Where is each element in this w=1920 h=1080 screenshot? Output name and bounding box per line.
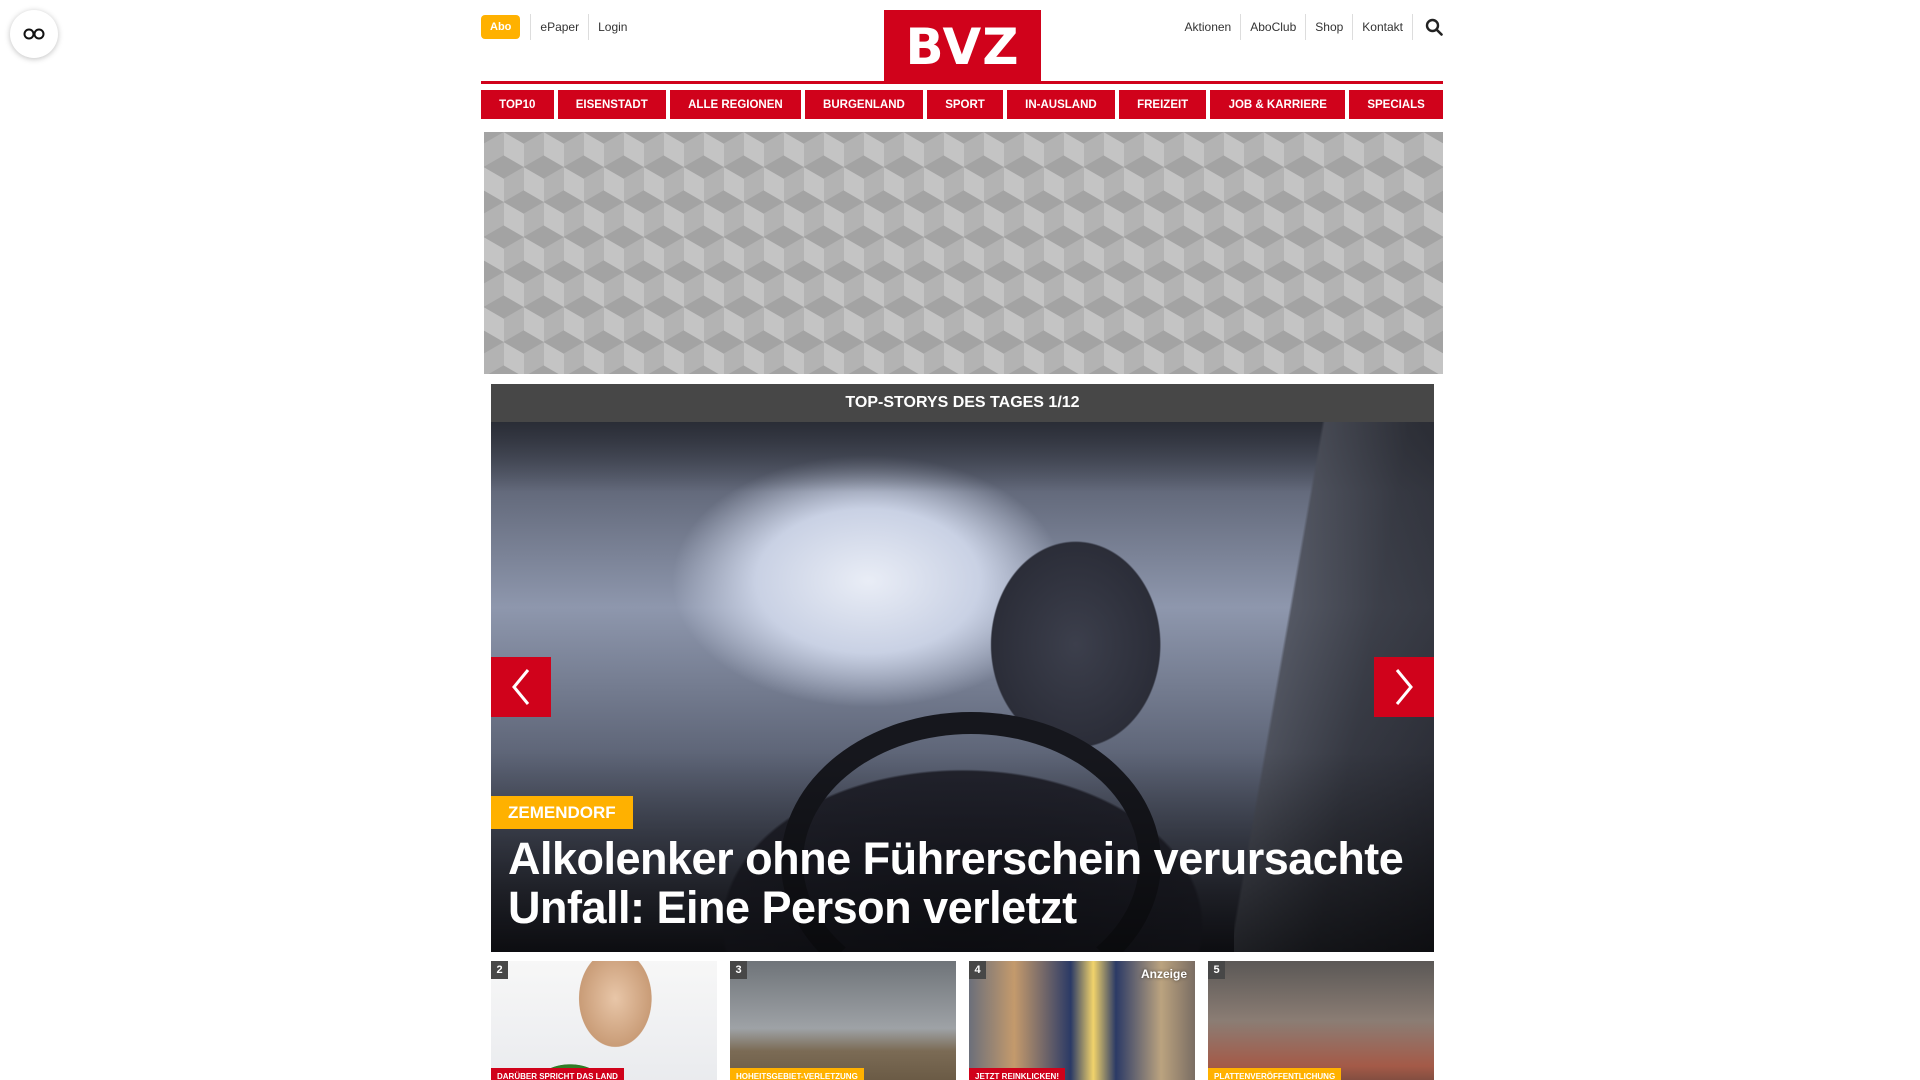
login-link[interactable]: Login: [588, 14, 636, 40]
thumbnail-number: 4: [969, 961, 986, 979]
abo-button[interactable]: Abo: [481, 15, 521, 39]
top-header: Abo ePaper Login BVZ Aktionen AboClub Sh…: [481, 0, 1443, 84]
nav-item-in-ausland[interactable]: IN-AUSLAND: [1007, 90, 1115, 119]
thumbnail-number: 3: [730, 961, 747, 979]
nav-item-eisenstadt[interactable]: EISENSTADT: [557, 90, 666, 119]
top-stories-header: TOP-STORYS DES TAGES 1/12: [491, 384, 1434, 422]
thumbnail-label: DARÜBER SPRICHT DAS LAND: [491, 1068, 624, 1080]
header-left-links: Abo ePaper Login: [481, 14, 636, 40]
ad-placeholder: [484, 132, 1443, 374]
aktionen-link[interactable]: Aktionen: [1176, 14, 1242, 40]
accessibility-button[interactable]: [10, 10, 58, 58]
nav-item-freizeit[interactable]: FREIZEIT: [1118, 90, 1207, 119]
glasses-icon: [23, 28, 45, 40]
slider-next-button[interactable]: [1374, 657, 1434, 717]
thumbnail-label: HOHEITSGEBIET-VERLETZUNG: [730, 1068, 864, 1080]
hero-story[interactable]: ZEMENDORF Alkolenker ohne Führerschein v…: [491, 422, 1434, 952]
epaper-link[interactable]: ePaper: [530, 14, 588, 40]
main-nav: TOP10 EISENSTADT ALLE REGIONEN BURGENLAN…: [481, 90, 1444, 119]
slider-prev-button[interactable]: [491, 657, 551, 717]
nav-item-burgenland[interactable]: BURGENLAND: [804, 90, 924, 119]
nav-item-top10[interactable]: TOP10: [481, 90, 554, 119]
chevron-right-icon: [1395, 669, 1413, 705]
page-wrapper: Abo ePaper Login BVZ Aktionen AboClub Sh…: [481, 0, 1444, 1080]
nav-item-specials[interactable]: SPECIALS: [1349, 90, 1444, 119]
aboclub-link[interactable]: AboClub: [1241, 14, 1307, 40]
story-thumbnail[interactable]: 2 DARÜBER SPRICHT DAS LAND: [491, 961, 717, 1080]
thumbnail-label: PLATTENVERÖFFENTLICHUNG: [1208, 1068, 1342, 1080]
thumbnail-number: 5: [1208, 961, 1225, 979]
kontakt-link[interactable]: Kontakt: [1353, 14, 1413, 40]
hero-story-tag[interactable]: ZEMENDORF: [491, 796, 633, 829]
ad-badge: Anzeige: [1140, 967, 1187, 981]
nav-item-sport[interactable]: SPORT: [927, 90, 1003, 119]
nav-item-job-karriere[interactable]: JOB & KARRIERE: [1210, 90, 1346, 119]
chevron-left-icon: [512, 669, 530, 705]
thumbnail-label: JETZT REINKLICKEN!: [969, 1068, 1065, 1080]
story-thumbnail[interactable]: 5 PLATTENVERÖFFENTLICHUNG: [1208, 961, 1434, 1080]
logo-text: BVZ: [905, 18, 1020, 76]
search-icon: [1425, 18, 1443, 36]
story-thumbnails: 2 DARÜBER SPRICHT DAS LAND 3 HOHEITSGEBI…: [491, 961, 1434, 1080]
thumbnail-number: 2: [491, 961, 508, 979]
site-logo[interactable]: BVZ: [884, 10, 1041, 84]
header-right-links: Aktionen AboClub Shop Kontakt: [1176, 14, 1443, 40]
shop-link[interactable]: Shop: [1306, 14, 1354, 40]
top-stories: TOP-STORYS DES TAGES 1/12 ZEMENDORF Alko…: [491, 384, 1434, 952]
story-thumbnail[interactable]: 3 HOHEITSGEBIET-VERLETZUNG: [730, 961, 956, 1080]
hero-story-title[interactable]: Alkolenker ohne Führerschein verursachte…: [508, 834, 1414, 932]
search-button[interactable]: [1413, 14, 1443, 40]
story-thumbnail[interactable]: 4 Anzeige JETZT REINKLICKEN!: [969, 961, 1195, 1080]
nav-item-alle-regionen[interactable]: ALLE REGIONEN: [669, 90, 801, 119]
